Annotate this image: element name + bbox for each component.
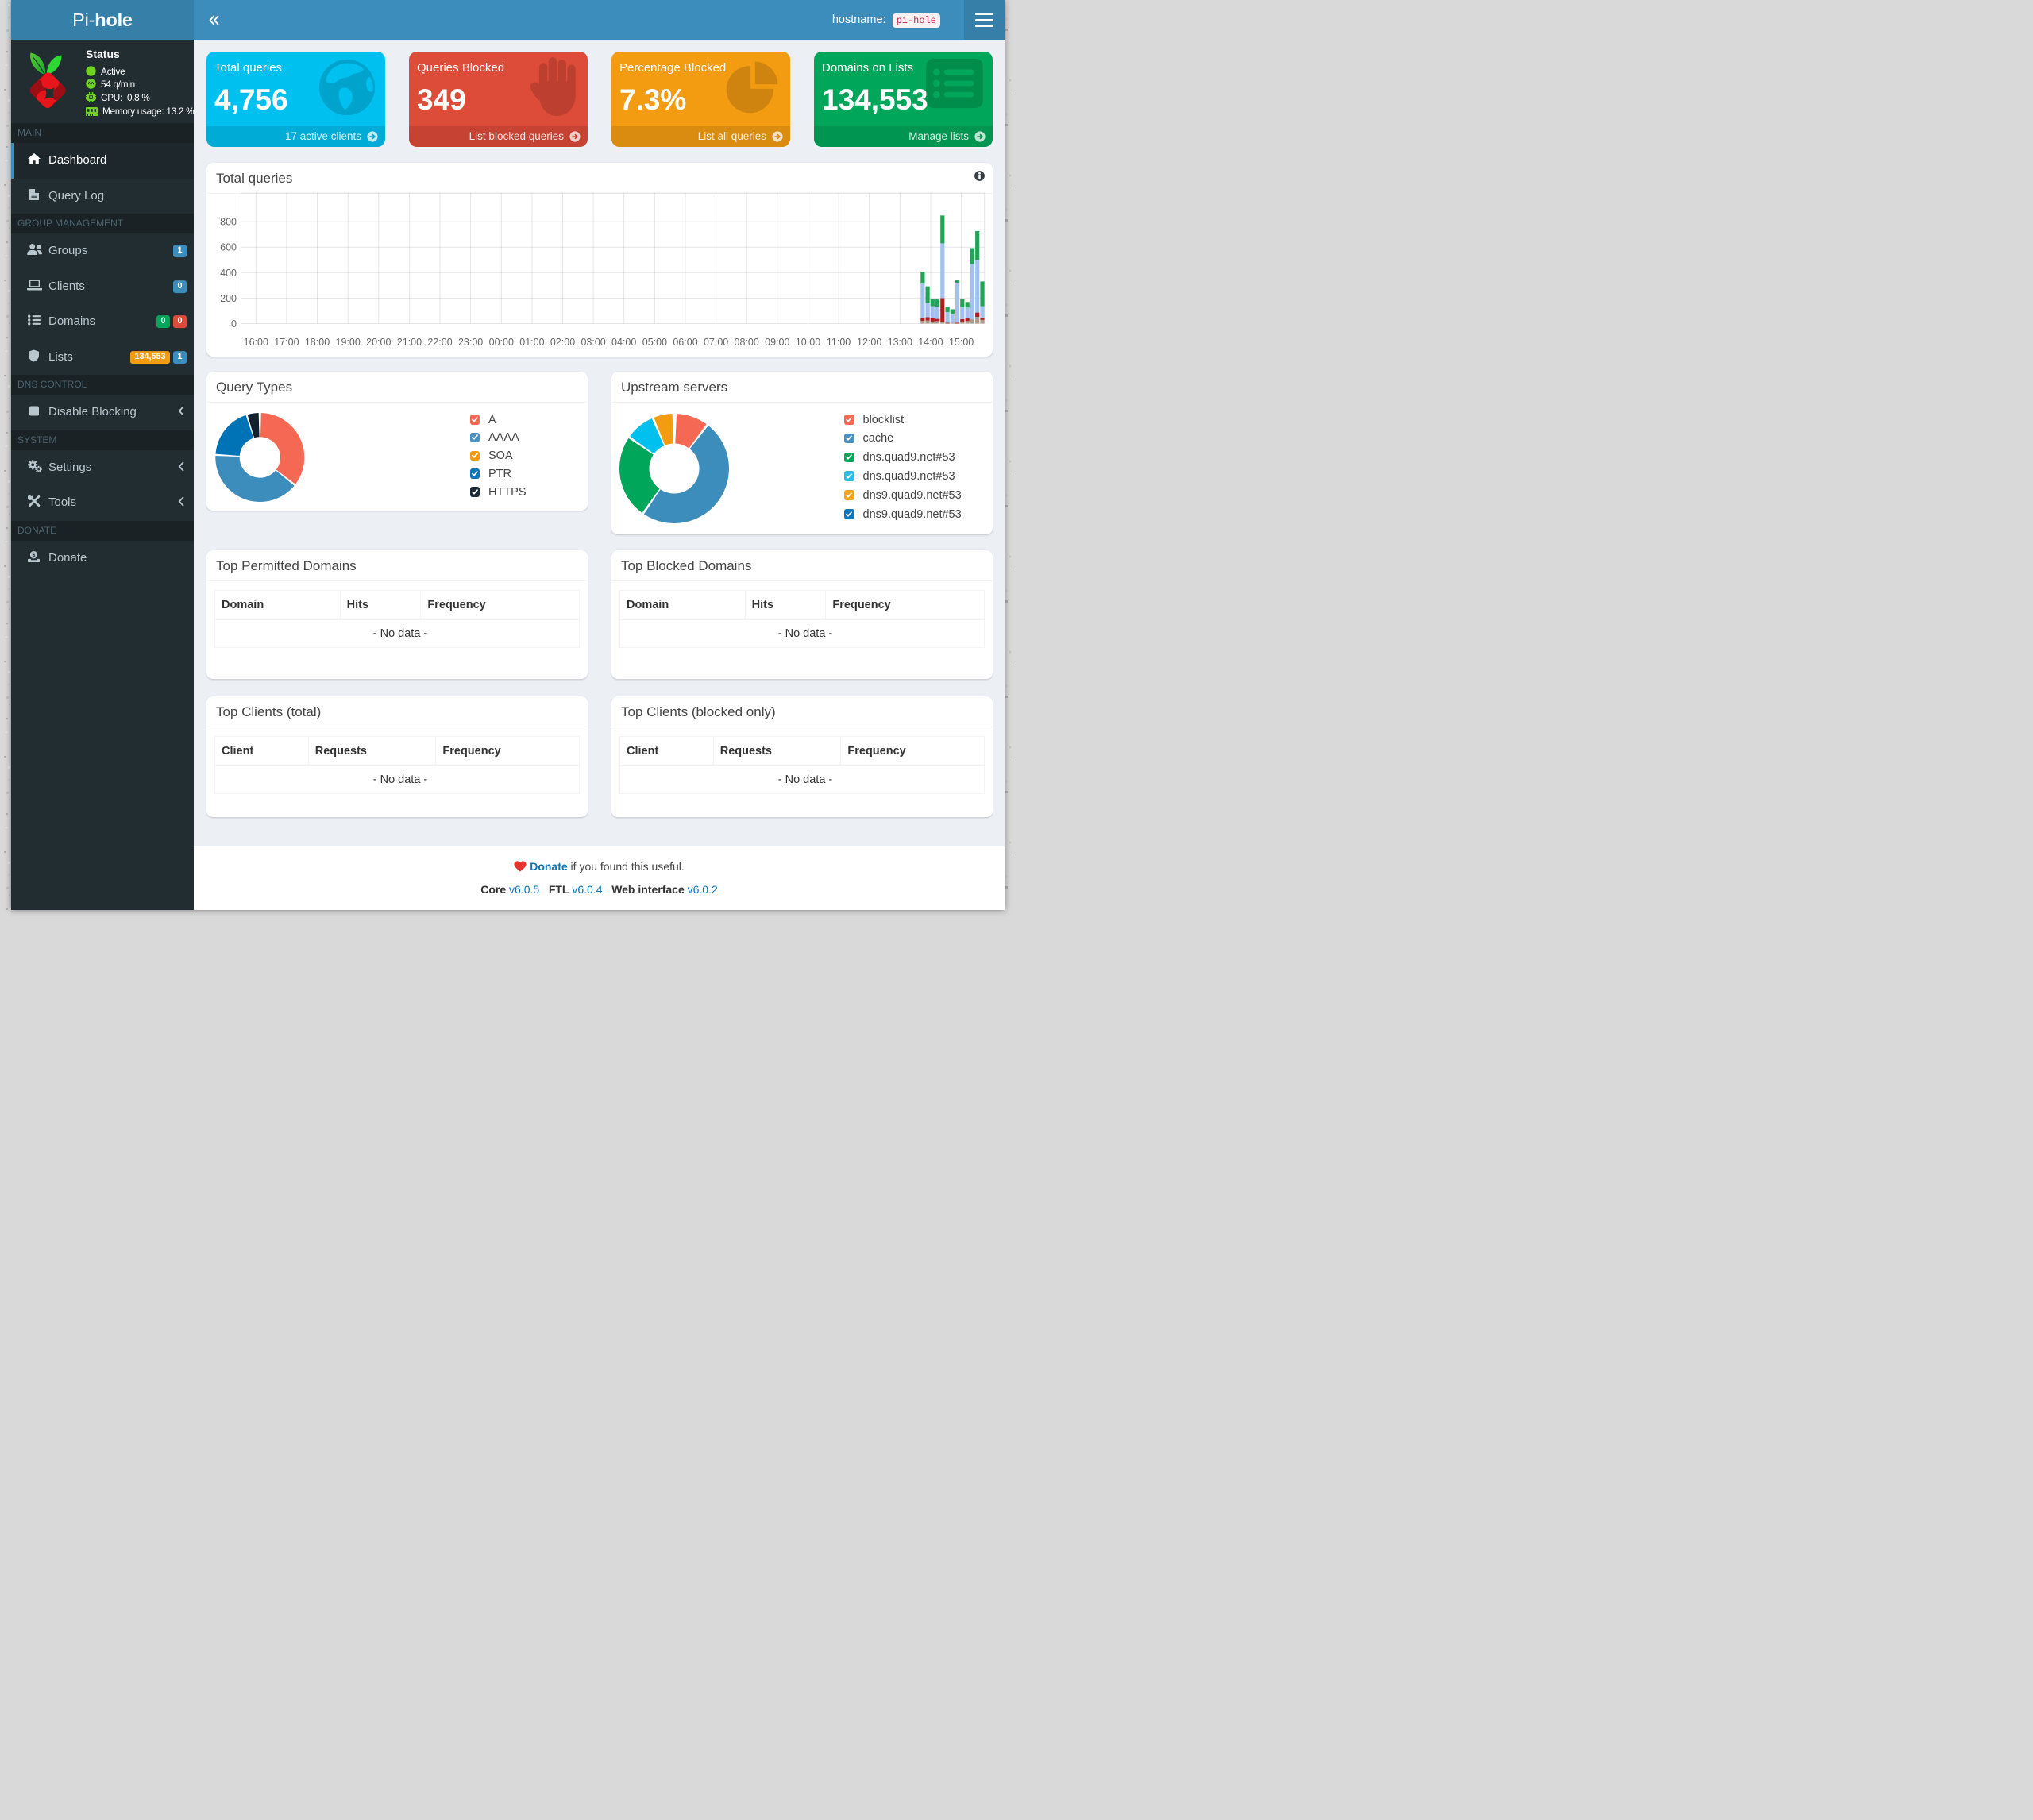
svg-text:06:00: 06:00 [673,337,697,348]
svg-text:600: 600 [220,242,237,253]
svg-text:01:00: 01:00 [519,337,544,348]
svg-text:17:00: 17:00 [274,337,299,348]
svg-text:05:00: 05:00 [642,337,667,348]
svg-text:14:00: 14:00 [918,337,943,348]
svg-text:00:00: 00:00 [489,337,514,348]
svg-text:22:00: 22:00 [427,337,452,348]
svg-text:16:00: 16:00 [244,337,268,348]
svg-text:04:00: 04:00 [611,337,636,348]
svg-text:23:00: 23:00 [458,337,483,348]
svg-text:15:00: 15:00 [949,337,974,348]
svg-text:400: 400 [220,268,237,279]
svg-text:03:00: 03:00 [581,337,605,348]
svg-text:200: 200 [220,293,237,304]
svg-text:10:00: 10:00 [796,337,820,348]
svg-text:02:00: 02:00 [550,337,575,348]
svg-text:13:00: 13:00 [888,337,912,348]
svg-text:0: 0 [231,318,237,330]
svg-text:800: 800 [220,217,237,228]
svg-text:19:00: 19:00 [336,337,361,348]
svg-text:07:00: 07:00 [704,337,728,348]
svg-text:11:00: 11:00 [827,337,851,348]
svg-text:20:00: 20:00 [366,337,391,348]
svg-text:$: $ [33,553,36,558]
svg-text:09:00: 09:00 [765,337,789,348]
svg-text:21:00: 21:00 [397,337,422,348]
svg-text:08:00: 08:00 [735,337,759,348]
svg-text:12:00: 12:00 [857,337,881,348]
svg-text:18:00: 18:00 [305,337,330,348]
